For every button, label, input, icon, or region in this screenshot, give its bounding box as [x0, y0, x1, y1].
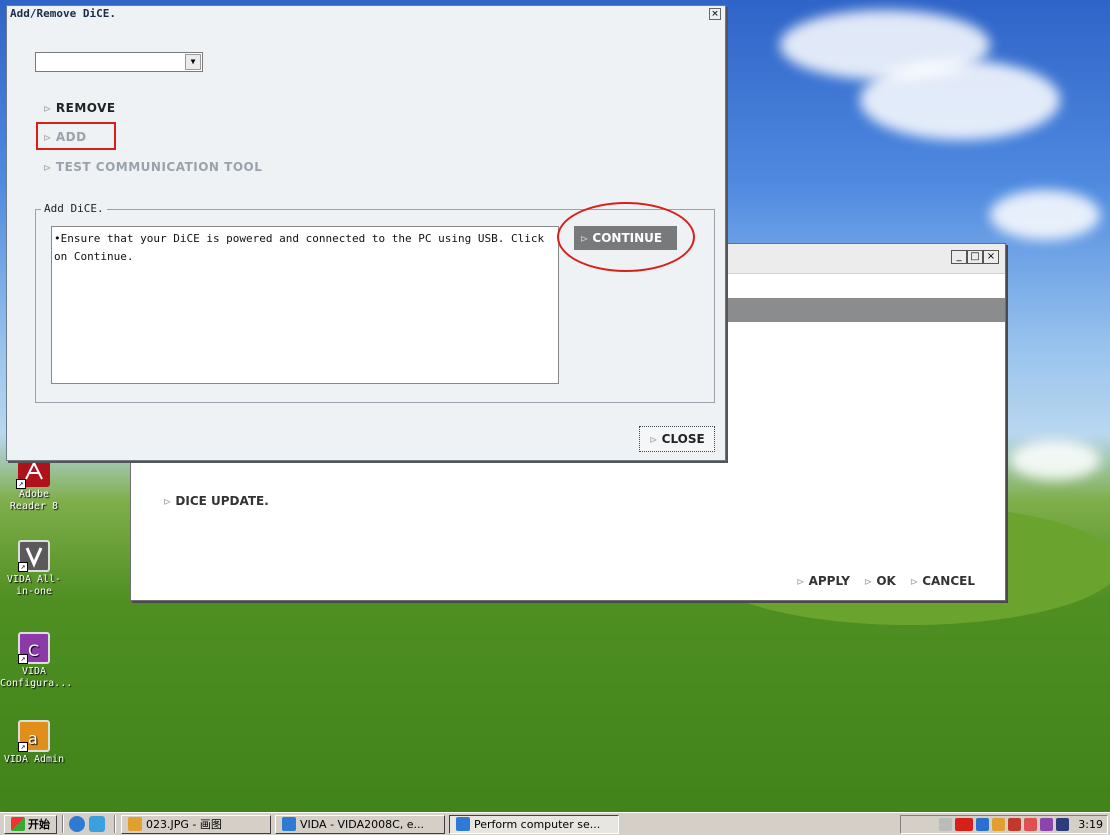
desktop-quicklaunch-icon[interactable]	[89, 816, 105, 832]
ok-label: OK	[876, 574, 896, 588]
task-button-paint[interactable]: 023.JPG - 画图	[121, 814, 271, 834]
update-icon[interactable]	[992, 818, 1006, 831]
window-close-button[interactable]: ×	[983, 250, 999, 264]
close-label: CLOSE	[661, 432, 705, 446]
cloud	[860, 60, 1060, 140]
ie-icon	[456, 817, 470, 831]
cloud	[990, 190, 1100, 240]
caption-buttons: _ □ ×	[951, 250, 999, 264]
desktop-icon-label: Adobe Reader 8	[9, 489, 59, 512]
network-icon[interactable]	[976, 818, 990, 831]
arrow-icon: ⊳	[43, 104, 52, 115]
task-button-perform[interactable]: Perform computer se...	[449, 814, 619, 834]
add-dice-group-label: Add DiCE.	[41, 202, 107, 215]
add-highlight-box	[36, 122, 116, 150]
maximize-button[interactable]: □	[967, 250, 983, 264]
svg-text:C: C	[28, 641, 39, 660]
dialog-title: Add/Remove DiCE.	[10, 7, 116, 20]
svg-text:a: a	[28, 729, 38, 748]
paint-icon	[128, 817, 142, 831]
system-tray: 3:19	[900, 815, 1108, 834]
dice-update-label: DICE UPDATE.	[175, 494, 269, 508]
test-label: TEST COMMUNICATION TOOL	[55, 160, 263, 174]
dialog-titlebar: Add/Remove DiCE. ×	[7, 6, 725, 24]
clock[interactable]: 3:19	[1078, 818, 1103, 831]
vida-admin-icon: a ↗	[18, 720, 50, 752]
desktop-icon-vida-all-in-one[interactable]: ↗ VIDA All-in-one	[0, 540, 68, 598]
keyboard-icon[interactable]	[939, 818, 953, 831]
desktop-icon-vida-configuration[interactable]: C ↗ VIDA Configura...	[0, 632, 72, 690]
desktop-icon-label: VIDA All-in-one	[6, 574, 62, 597]
cloud	[1010, 440, 1100, 480]
task-label: VIDA - VIDA2008C, e...	[300, 817, 425, 831]
test-communication-tool-option[interactable]: ⊳ TEST COMMUNICATION TOOL	[43, 160, 262, 174]
desktop-icon-adobe-reader[interactable]: ↗ Adobe Reader 8	[0, 455, 68, 513]
security-icon[interactable]	[1008, 818, 1022, 831]
desktop-icon-vida-admin[interactable]: a ↗ VIDA Admin	[0, 720, 68, 766]
start-button[interactable]: 开始	[4, 814, 57, 834]
add-remove-dice-dialog: Add/Remove DiCE. × ▼ ⊳ REMOVE ⊳ ADD ⊳ TEST …	[6, 5, 726, 461]
ati-icon[interactable]	[955, 818, 974, 831]
shortcut-arrow-icon: ↗	[16, 479, 26, 489]
footer-buttons: ⊳ APPLY ⊳ OK ⊳ CANCEL	[796, 574, 975, 588]
taskbar: 开始 023.JPG - 画图 VIDA - VIDA2008C, e... P…	[0, 812, 1110, 835]
arrow-icon: ⊳	[43, 163, 52, 174]
ie-icon	[282, 817, 296, 831]
close-button[interactable]: ⊳ CLOSE	[639, 426, 715, 452]
start-label: 开始	[28, 818, 50, 831]
shortcut-arrow-icon: ↗	[18, 742, 28, 752]
arrow-icon: ⊳	[863, 577, 873, 588]
arrow-icon: ⊳	[909, 577, 919, 588]
remove-option[interactable]: ⊳ REMOVE	[43, 101, 116, 115]
separator	[114, 815, 116, 833]
apply-label: APPLY	[808, 574, 850, 588]
task-label: Perform computer se...	[474, 817, 601, 831]
separator	[62, 815, 64, 833]
messenger-icon[interactable]	[1040, 818, 1054, 831]
continue-highlight-ellipse	[557, 202, 695, 272]
chevron-down-icon[interactable]: ▼	[185, 54, 201, 70]
desktop-icon-label: VIDA Admin	[3, 754, 65, 765]
remove-label: REMOVE	[55, 101, 116, 115]
dice-update-link[interactable]: ⊳ DICE UPDATE.	[163, 494, 269, 508]
windows-logo-icon	[11, 817, 25, 831]
volume-icon[interactable]	[1056, 818, 1070, 831]
arrow-icon: ⊳	[796, 577, 805, 588]
shortcut-arrow-icon: ↗	[18, 654, 28, 664]
antivirus-icon[interactable]	[1024, 818, 1038, 831]
arrow-icon: ⊳	[649, 435, 658, 446]
arrow-icon: ⊳	[163, 497, 172, 508]
desktop-icon-label: VIDA Configura...	[0, 666, 73, 689]
dice-select[interactable]: ▼	[35, 52, 203, 72]
cancel-button[interactable]: ⊳ CANCEL	[910, 574, 975, 588]
instructions-text: •Ensure that your DiCE is powered and co…	[51, 226, 559, 384]
cancel-label: CANCEL	[922, 574, 975, 588]
ie-quicklaunch-icon[interactable]	[69, 816, 85, 832]
dialog-close-icon[interactable]: ×	[709, 8, 721, 20]
task-button-vida[interactable]: VIDA - VIDA2008C, e...	[275, 814, 445, 834]
minimize-button[interactable]: _	[951, 250, 967, 264]
task-label: 023.JPG - 画图	[146, 818, 222, 831]
vida-all-in-one-icon: ↗	[18, 540, 50, 572]
apply-button[interactable]: ⊳ APPLY	[796, 574, 850, 588]
vida-configuration-icon: C ↗	[18, 632, 50, 664]
ok-button[interactable]: ⊳ OK	[864, 574, 896, 588]
shortcut-arrow-icon: ↗	[18, 562, 28, 572]
